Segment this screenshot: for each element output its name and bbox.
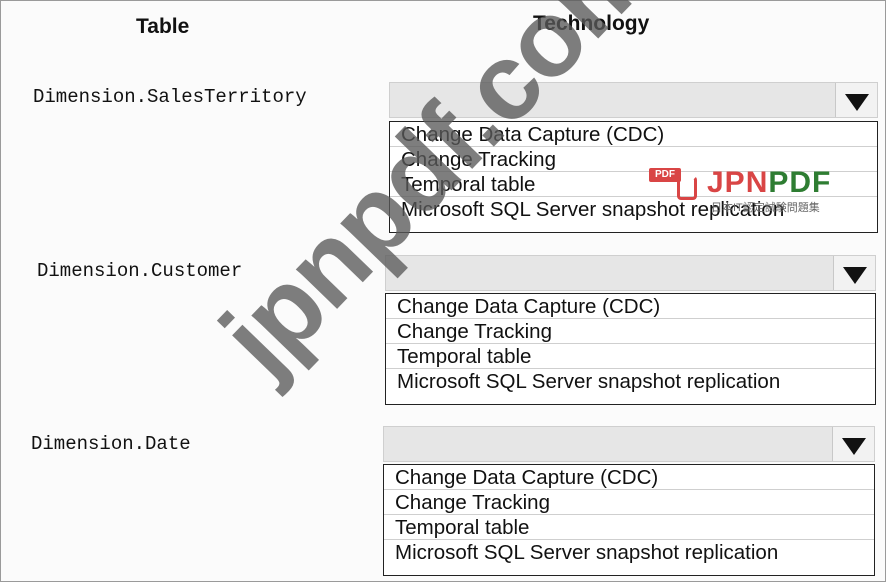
option-snapshot-replication[interactable]: Microsoft SQL Server snapshot replicatio… [386, 369, 875, 394]
chevron-down-icon[interactable] [833, 256, 875, 290]
option-change-tracking[interactable]: Change Tracking [386, 319, 875, 344]
option-change-tracking[interactable]: Change Tracking [390, 147, 877, 172]
table-name-salesterritory: Dimension.SalesTerritory [33, 86, 307, 108]
option-cdc[interactable]: Change Data Capture (CDC) [390, 122, 877, 147]
dropdown-options-customer: Change Data Capture (CDC) Change Trackin… [385, 293, 876, 405]
header-table: Table [136, 15, 190, 38]
technology-dropdown-date[interactable] [383, 426, 875, 462]
technology-dropdown-customer[interactable] [385, 255, 876, 291]
technology-dropdown-salesterritory[interactable] [389, 82, 878, 118]
header-technology: Technology [533, 12, 650, 35]
chevron-down-icon[interactable] [835, 83, 877, 117]
option-cdc[interactable]: Change Data Capture (CDC) [386, 294, 875, 319]
option-snapshot-replication[interactable]: Microsoft SQL Server snapshot replicatio… [390, 197, 877, 222]
chevron-down-icon[interactable] [832, 427, 874, 461]
option-change-tracking[interactable]: Change Tracking [384, 490, 874, 515]
option-temporal-table[interactable]: Temporal table [384, 515, 874, 540]
option-cdc[interactable]: Change Data Capture (CDC) [384, 465, 874, 490]
table-name-customer: Dimension.Customer [37, 260, 243, 282]
option-temporal-table[interactable]: Temporal table [390, 172, 877, 197]
dropdown-options-date: Change Data Capture (CDC) Change Trackin… [383, 464, 875, 576]
option-temporal-table[interactable]: Temporal table [386, 344, 875, 369]
exam-question-frame: Table Technology Dimension.SalesTerritor… [0, 0, 886, 582]
dropdown-options-salesterritory: Change Data Capture (CDC) Change Trackin… [389, 121, 878, 233]
option-snapshot-replication[interactable]: Microsoft SQL Server snapshot replicatio… [384, 540, 874, 565]
table-name-date: Dimension.Date [31, 433, 191, 455]
